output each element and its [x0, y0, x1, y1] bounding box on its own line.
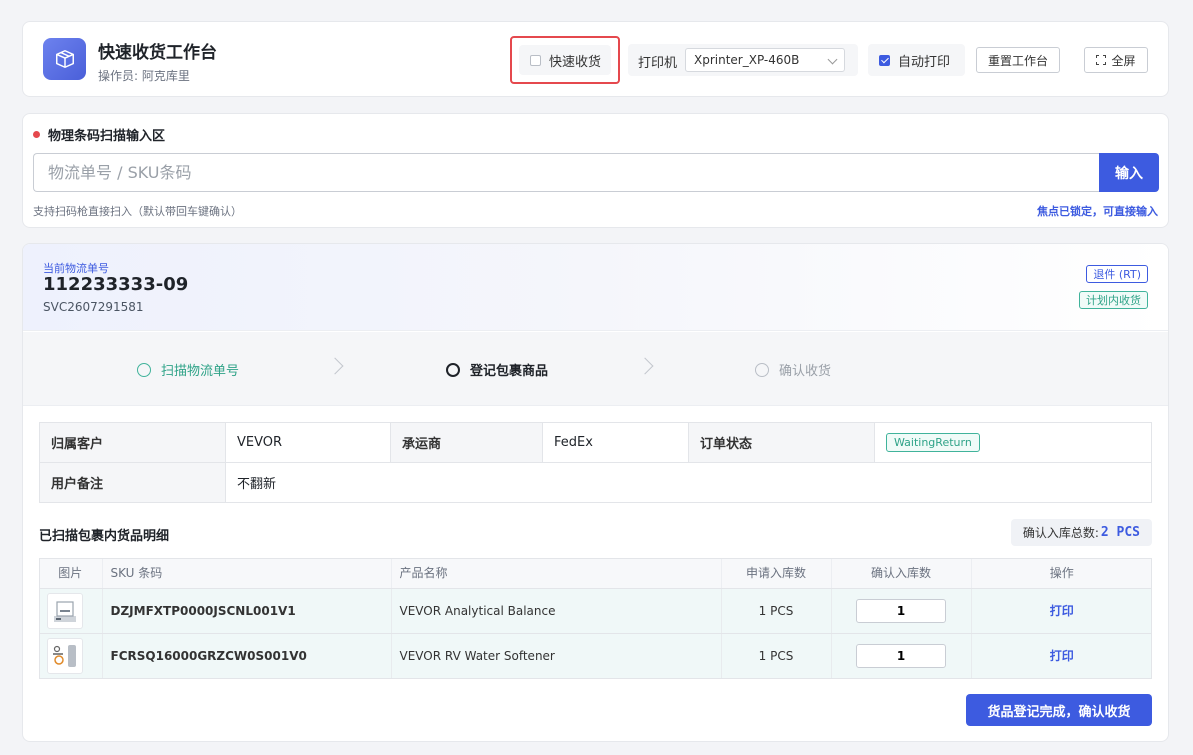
step-label: 扫描物流单号	[161, 364, 240, 379]
confirm-receipt-button[interactable]: 货品登记完成，确认收货	[966, 694, 1152, 726]
step-label: 确认收货	[779, 364, 832, 379]
print-link[interactable]: 打印	[1050, 604, 1074, 618]
shipment-info-band: 当前物流单号 112233333-09 SVC2607291581 退件 (RT…	[23, 244, 1168, 331]
active-circle-icon	[446, 362, 460, 377]
focus-status: 焦点已锁定，可直接输入	[1037, 205, 1158, 218]
carrier-label: 承运商	[390, 422, 543, 463]
items-table: 图片 SKU 条码 产品名称 申请入库数 确认入库数 操作 DZJMFXTP00…	[39, 558, 1152, 679]
action-cell: 打印	[971, 588, 1152, 634]
customer-label: 归属客户	[39, 422, 226, 463]
confirmed-qty-input[interactable]	[856, 598, 946, 623]
carrier-value: FedEx	[542, 422, 689, 463]
auto-print-toggle[interactable]: 自动打印	[868, 44, 965, 76]
steps-container: 扫描物流单号 登记包裹商品 确认收货	[41, 340, 1151, 398]
confirmed-qty-cell	[831, 633, 972, 679]
quick-receive-label: 快速收货	[549, 54, 602, 70]
printer-group: 打印机 Xprinter_XP-460B	[628, 44, 858, 76]
return-type-badge: 退件 (RT)	[1086, 265, 1148, 283]
auto-print-label: 自动打印	[898, 54, 951, 70]
planned-receipt-badge: 计划内收货	[1079, 291, 1148, 309]
col-confirmed: 确认入库数	[831, 558, 972, 589]
total-value: 2 PCS	[1100, 525, 1140, 540]
progress-steps: 扫描物流单号 登记包裹商品 确认收货	[23, 332, 1168, 406]
col-requested: 申请入库数	[721, 558, 832, 589]
operator-label: 操作员: 阿克库里	[98, 69, 190, 83]
table-row: DZJMFXTP0000JSCNL001V1 VEVOR Analytical …	[39, 588, 1152, 634]
total-confirmed-box: 确认入库总数: 2 PCS	[1010, 519, 1152, 546]
header-card: 快速收货工作台 操作员: 阿克库里 快速收货 打印机 Xprinter_XP-4…	[22, 21, 1169, 97]
step-confirm-receipt: 确认收货	[755, 360, 831, 379]
quick-receive-checkbox[interactable]	[530, 54, 541, 66]
scan-title-text: 物理条码扫描输入区	[48, 129, 166, 144]
order-status-cell: WaitingReturn	[874, 422, 1152, 463]
requested-qty-cell: 1 PCS	[721, 588, 832, 634]
status-badge: WaitingReturn	[886, 433, 980, 452]
step-register-items: 登记包裹商品	[446, 360, 548, 379]
table-row: FCRSQ16000GRZCW0S001V0 VEVOR RV Water So…	[39, 633, 1152, 679]
order-info-table: 归属客户 VEVOR 承运商 FedEx 订单状态 WaitingReturn …	[39, 422, 1152, 503]
pending-circle-icon	[755, 362, 769, 377]
action-cell: 打印	[971, 633, 1152, 679]
printer-select[interactable]: Xprinter_XP-460B	[685, 48, 845, 72]
total-label: 确认入库总数:	[1022, 526, 1099, 540]
barcode-input[interactable]	[33, 153, 1099, 192]
box-icon	[43, 38, 86, 80]
status-dot-icon	[33, 131, 40, 138]
product-thumbnail	[47, 592, 83, 629]
product-name-cell: VEVOR RV Water Softener	[391, 633, 722, 679]
page-title: 快速收货工作台	[98, 43, 217, 63]
fullscreen-label: 全屏	[1111, 53, 1136, 68]
reset-workbench-button[interactable]: 重置工作台	[976, 47, 1060, 73]
service-number: SVC2607291581	[43, 300, 144, 314]
scan-section-title: 物理条码扫描输入区	[33, 125, 165, 144]
sku-cell: FCRSQ16000GRZCW0S001V0	[102, 633, 392, 679]
chevron-right-icon	[636, 357, 654, 375]
product-thumbnail	[47, 637, 83, 674]
print-link[interactable]: 打印	[1050, 649, 1074, 663]
remark-value: 不翻新	[225, 462, 1152, 503]
sku-cell: DZJMFXTP0000JSCNL001V1	[102, 588, 392, 634]
reset-workbench-label: 重置工作台	[987, 53, 1048, 68]
auto-print-checkbox[interactable]	[879, 54, 890, 66]
chevron-right-icon	[326, 357, 344, 375]
chevron-down-icon	[827, 54, 838, 65]
col-action: 操作	[971, 558, 1152, 589]
col-sku: SKU 条码	[102, 558, 392, 589]
product-name-cell: VEVOR Analytical Balance	[391, 588, 722, 634]
items-section-title: 已扫描包裹内货品明细	[39, 529, 170, 544]
scan-hint: 支持扫码枪直接扫入（默认带回车键确认）	[33, 205, 242, 218]
customer-value: VEVOR	[225, 422, 391, 463]
confirmed-qty-cell	[831, 588, 972, 634]
printer-value: Xprinter_XP-460B	[694, 53, 800, 67]
fullscreen-icon	[1096, 55, 1107, 65]
remark-label: 用户备注	[39, 462, 226, 503]
thumb-cell	[39, 633, 103, 679]
step-label: 登记包裹商品	[470, 364, 549, 379]
printer-label: 打印机	[638, 56, 678, 71]
scan-card: 物理条码扫描输入区 输入 支持扫码枪直接扫入（默认带回车键确认） 焦点已锁定，可…	[22, 113, 1169, 228]
thumb-cell	[39, 588, 103, 634]
step-scan-tracking: 扫描物流单号	[137, 360, 239, 379]
requested-qty-cell: 1 PCS	[721, 633, 832, 679]
fullscreen-button[interactable]: 全屏	[1084, 47, 1148, 73]
col-image: 图片	[39, 558, 103, 589]
col-product-name: 产品名称	[391, 558, 722, 589]
confirmed-qty-input[interactable]	[856, 643, 946, 668]
order-status-label: 订单状态	[688, 422, 875, 463]
quick-receive-toggle[interactable]: 快速收货	[519, 45, 611, 75]
check-circle-icon	[137, 362, 151, 377]
tracking-number: 112233333-09	[43, 274, 189, 295]
shipment-card: 当前物流单号 112233333-09 SVC2607291581 退件 (RT…	[22, 243, 1169, 742]
submit-barcode-button[interactable]: 输入	[1099, 153, 1159, 192]
